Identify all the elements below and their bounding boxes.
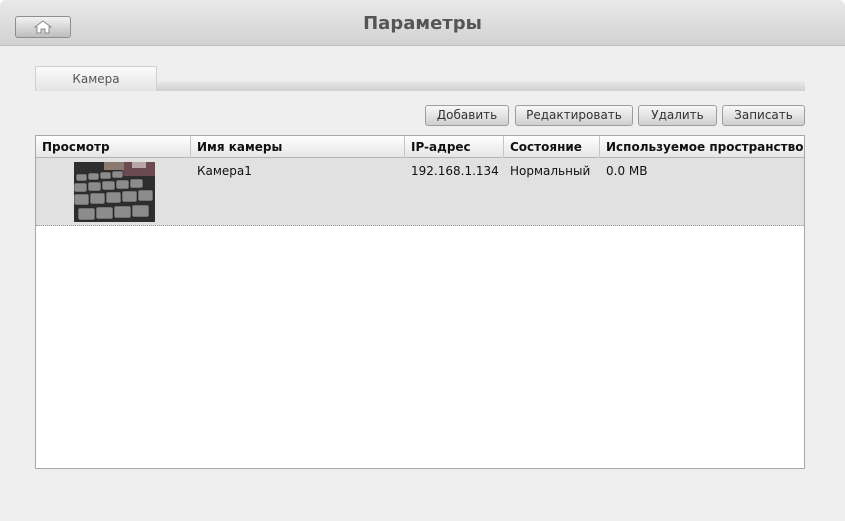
toolbar: Добавить Редактировать Удалить Записать	[0, 105, 845, 126]
add-button[interactable]: Добавить	[425, 105, 509, 126]
keyboard-preview-image	[74, 162, 155, 222]
camera-table: Просмотр Имя камеры IP-адрес Состояние И…	[35, 135, 805, 469]
column-header-used-space[interactable]: Используемое пространство	[600, 136, 804, 158]
settings-window: Параметры Камера Добавить Редактировать …	[0, 0, 845, 521]
table-header: Просмотр Имя камеры IP-адрес Состояние И…	[36, 136, 804, 158]
camera-ip-address: 192.168.1.134	[411, 164, 499, 178]
title-bar: Параметры	[0, 0, 845, 46]
delete-button[interactable]: Удалить	[638, 105, 717, 126]
column-header-preview[interactable]: Просмотр	[36, 136, 191, 158]
table-row[interactable]: Камера1 192.168.1.134 Нормальный 0.0 MB	[36, 158, 804, 226]
edit-button[interactable]: Редактировать	[515, 105, 633, 126]
camera-preview-thumbnail	[74, 162, 155, 222]
record-button[interactable]: Записать	[722, 105, 805, 126]
tab-camera[interactable]: Камера	[35, 66, 157, 91]
camera-state: Нормальный	[510, 164, 591, 178]
page-title: Параметры	[363, 13, 482, 34]
column-header-camera-name[interactable]: Имя камеры	[191, 136, 405, 158]
camera-name: Камера1	[197, 164, 252, 178]
column-header-state[interactable]: Состояние	[504, 136, 600, 158]
tab-strip: Камера	[35, 66, 805, 91]
column-header-ip-address[interactable]: IP-адрес	[405, 136, 504, 158]
camera-used-space: 0.0 MB	[606, 164, 648, 178]
tab-strip-line	[155, 81, 805, 91]
